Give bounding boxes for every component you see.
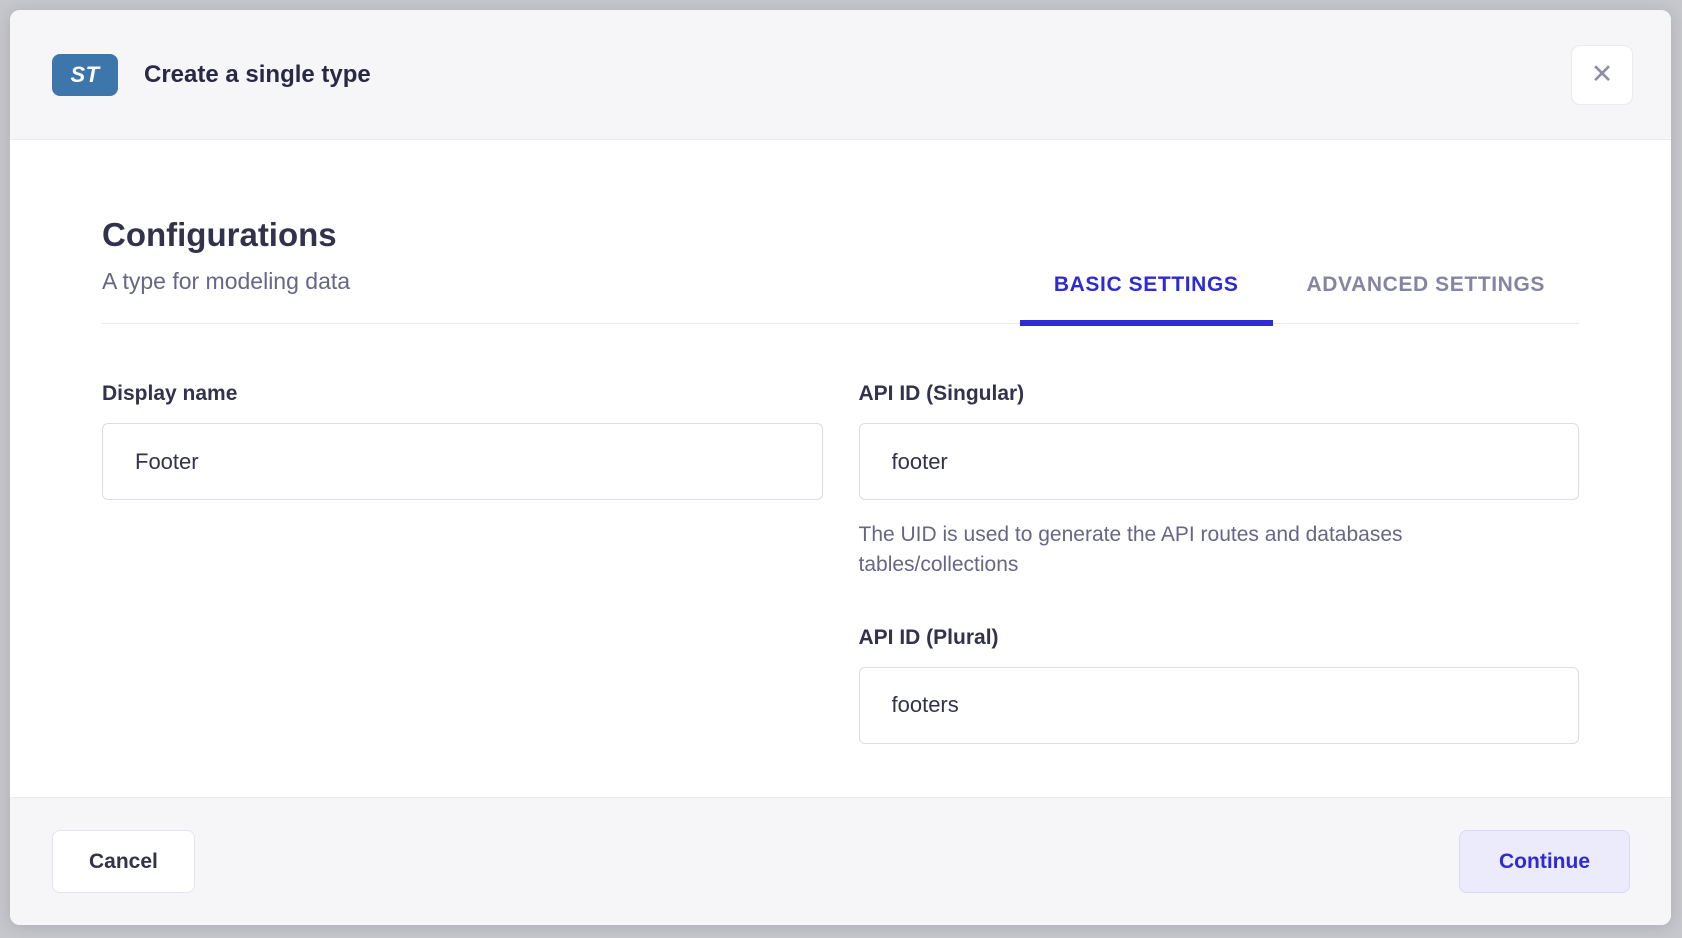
api-id-plural-label: API ID (Plural) (859, 626, 1580, 650)
api-id-plural-input[interactable] (859, 667, 1580, 744)
form-left-column: Display name (102, 382, 823, 744)
page-subtitle: A type for modeling data (102, 268, 350, 295)
page-title: Configurations (102, 216, 350, 254)
display-name-input[interactable] (102, 423, 823, 500)
configurations-heading-block: Configurations A type for modeling data (102, 216, 350, 323)
display-name-field-group: Display name (102, 382, 823, 500)
settings-tabs: BASIC SETTINGS ADVANCED SETTINGS (1020, 273, 1579, 323)
api-id-singular-hint: The UID is used to generate the API rout… (859, 520, 1484, 580)
display-name-label: Display name (102, 382, 823, 406)
continue-button[interactable]: Continue (1459, 830, 1630, 893)
modal-body: Configurations A type for modeling data … (10, 140, 1671, 797)
tab-basic-settings[interactable]: BASIC SETTINGS (1020, 273, 1273, 323)
api-id-singular-input[interactable] (859, 423, 1580, 500)
form-right-column: API ID (Singular) The UID is used to gen… (859, 382, 1580, 744)
close-button[interactable]: ✕ (1571, 45, 1633, 105)
tab-advanced-settings[interactable]: ADVANCED SETTINGS (1273, 273, 1580, 323)
configurations-form: Display name API ID (Singular) The UID i… (102, 324, 1579, 744)
single-type-badge-icon: ST (52, 54, 118, 96)
api-id-singular-field-group: API ID (Singular) The UID is used to gen… (859, 382, 1580, 580)
modal-footer: Cancel Continue (10, 797, 1671, 925)
api-id-plural-field-group: API ID (Plural) (859, 626, 1580, 744)
api-id-singular-label: API ID (Singular) (859, 382, 1580, 406)
close-icon: ✕ (1591, 61, 1614, 88)
cancel-button[interactable]: Cancel (52, 830, 195, 893)
modal-title: Create a single type (144, 61, 371, 89)
modal-header: ST Create a single type ✕ (10, 10, 1671, 140)
configurations-header: Configurations A type for modeling data … (102, 140, 1579, 324)
create-single-type-modal: ST Create a single type ✕ Configurations… (10, 10, 1671, 925)
